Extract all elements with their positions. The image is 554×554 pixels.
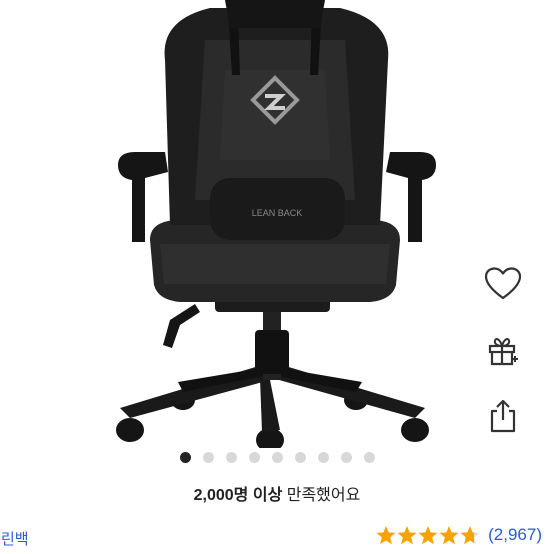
carousel-pagination: [0, 452, 554, 466]
gift-icon[interactable]: [481, 328, 525, 372]
star-icon: [397, 526, 417, 545]
rating-stars: [376, 524, 480, 546]
satisfaction-summary: 2,000명 이상 만족했어요: [0, 481, 554, 505]
carousel-dot[interactable]: [248, 452, 260, 463]
product-actions: [478, 262, 528, 438]
share-icon[interactable]: [481, 394, 525, 438]
carousel-dot[interactable]: [340, 452, 352, 463]
rating[interactable]: (2,967): [376, 524, 542, 546]
chair-logo-text: LEAN BACK: [252, 208, 303, 218]
brand-link[interactable]: 린백: [1, 528, 29, 549]
product-image[interactable]: LEAN BACK: [0, 0, 554, 448]
satisfaction-count: 2,000명 이상: [193, 487, 283, 504]
star-icon: [460, 526, 480, 545]
satisfaction-text: 만족했어요: [282, 487, 361, 504]
star-icon: [439, 526, 459, 545]
carousel-dot[interactable]: [271, 452, 283, 463]
carousel-dot[interactable]: [363, 452, 375, 463]
review-count[interactable]: (2,967): [488, 525, 542, 545]
star-icon: [376, 526, 396, 545]
carousel-dot[interactable]: [179, 452, 191, 463]
carousel-dot[interactable]: [294, 452, 306, 463]
carousel-dot[interactable]: [317, 452, 329, 463]
carousel-dot[interactable]: [225, 452, 237, 463]
brand-rating-row: 린백 (2,967): [0, 524, 554, 554]
carousel-dot[interactable]: [202, 452, 214, 463]
heart-icon[interactable]: [481, 262, 525, 306]
star-icon: [418, 526, 438, 545]
